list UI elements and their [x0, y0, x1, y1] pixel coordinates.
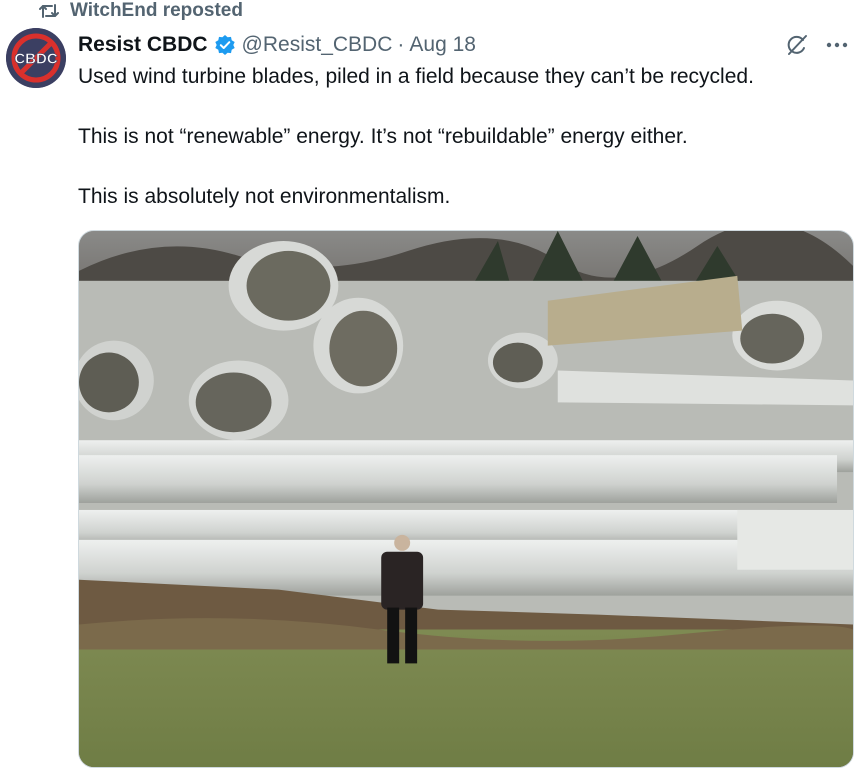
- repost-icon: [38, 0, 60, 22]
- tweet-text: Used wind turbine blades, piled in a fie…: [78, 62, 850, 212]
- more-icon[interactable]: [824, 32, 850, 58]
- header-actions: [784, 32, 850, 58]
- grok-icon[interactable]: [784, 32, 810, 58]
- tweet-header: Resist CBDC @Resist_CBDC · Aug 18: [78, 30, 850, 60]
- tweet-paragraph: This is not “renewable” energy. It’s not…: [78, 125, 688, 148]
- avatar-text: CBDC: [14, 51, 57, 68]
- tweet-date[interactable]: Aug 18: [409, 33, 476, 57]
- avatar[interactable]: CBDC: [6, 28, 66, 88]
- repost-indicator[interactable]: WitchEnd reposted: [38, 0, 243, 22]
- verified-badge-icon: [214, 34, 236, 56]
- tweet-paragraph: Used wind turbine blades, piled in a fie…: [78, 65, 754, 88]
- separator-dot: ·: [397, 33, 405, 56]
- repost-label: WitchEnd reposted: [70, 0, 243, 21]
- author-name[interactable]: Resist CBDC: [78, 33, 208, 57]
- photo-wind-turbine-blades: [79, 231, 853, 767]
- tweet-photo[interactable]: [78, 230, 854, 768]
- tweet-paragraph: This is absolutely not environmentalism.: [78, 185, 451, 208]
- author-handle[interactable]: @Resist_CBDC: [242, 33, 393, 57]
